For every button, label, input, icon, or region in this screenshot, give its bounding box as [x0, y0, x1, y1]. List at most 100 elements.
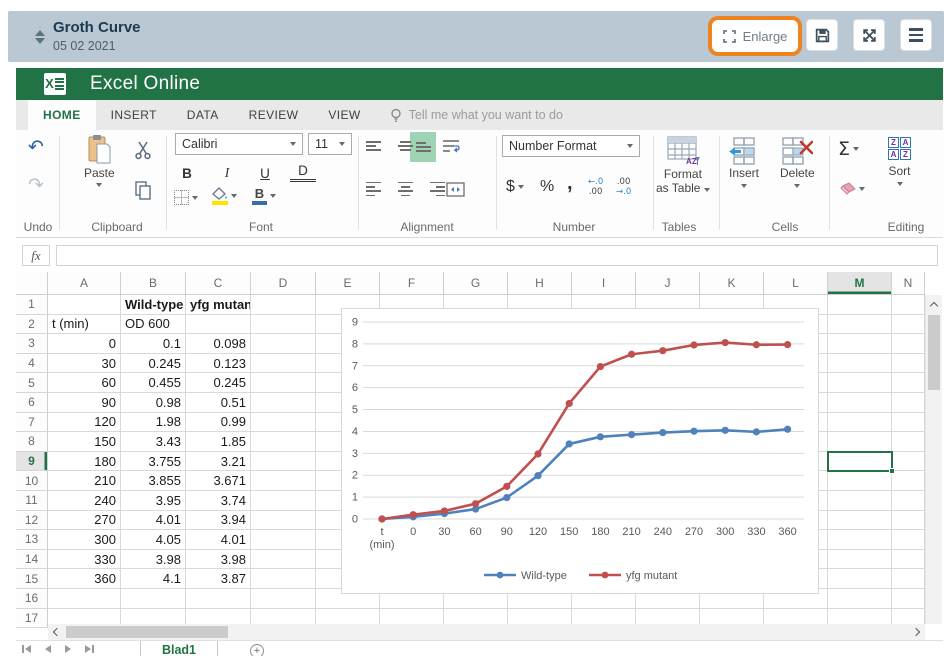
font-name-select[interactable]: Calibri: [175, 133, 303, 155]
cell-N8[interactable]: [892, 432, 925, 452]
cell-D3[interactable]: [251, 334, 316, 354]
enlarge-button[interactable]: Enlarge: [722, 28, 788, 44]
cell-B16[interactable]: [121, 588, 186, 609]
cell-B3[interactable]: 0.1: [121, 334, 186, 354]
cell-C8[interactable]: 1.85: [186, 432, 251, 452]
cell-M16[interactable]: [828, 588, 892, 609]
row-header-3[interactable]: 3: [16, 334, 48, 354]
cell-A15[interactable]: 360: [48, 569, 121, 589]
cell-N13[interactable]: [892, 530, 925, 550]
sort-button[interactable]: Z A A Z Sort: [888, 137, 911, 186]
save-button[interactable]: [806, 19, 838, 51]
cell-M10[interactable]: [828, 471, 892, 491]
cell-A4[interactable]: 30: [48, 353, 121, 374]
tab-review[interactable]: REVIEW: [234, 100, 314, 130]
cell-A5[interactable]: 60: [48, 373, 121, 393]
row-header-11[interactable]: 11: [16, 490, 48, 511]
column-header-I[interactable]: I: [572, 272, 636, 295]
horizontal-scroll-thumb[interactable]: [66, 626, 228, 638]
cell-D10[interactable]: [251, 471, 316, 491]
cell-D2[interactable]: [251, 314, 316, 335]
cell-B9[interactable]: 3.755: [121, 451, 186, 472]
cell-B13[interactable]: 4.05: [121, 530, 186, 550]
column-header-D[interactable]: D: [251, 272, 316, 295]
row-header-4[interactable]: 4: [16, 353, 48, 374]
cell-N16[interactable]: [892, 588, 925, 609]
autosum-button[interactable]: Σ: [838, 138, 860, 160]
tab-home[interactable]: HOME: [28, 100, 96, 130]
cell-A3[interactable]: 0: [48, 334, 121, 354]
cell-M6[interactable]: [828, 392, 892, 413]
row-header-16[interactable]: 16: [16, 588, 48, 609]
row-header-5[interactable]: 5: [16, 373, 48, 393]
increase-decimal-button[interactable]: ←.0 .00: [588, 177, 603, 197]
cell-C9[interactable]: 3.21: [186, 451, 251, 472]
column-header-B[interactable]: B: [121, 272, 186, 295]
cell-A14[interactable]: 330: [48, 549, 121, 570]
cell-A2[interactable]: t (min): [48, 314, 121, 335]
scroll-right-arrow[interactable]: [911, 627, 921, 637]
cell-C1[interactable]: yfg mutant: [186, 295, 251, 315]
cell-M5[interactable]: [828, 373, 892, 393]
cell-B4[interactable]: 0.245: [121, 353, 186, 374]
cell-M3[interactable]: [828, 334, 892, 354]
cell-C15[interactable]: 3.87: [186, 569, 251, 589]
fill-handle[interactable]: [889, 468, 895, 474]
cut-button[interactable]: [134, 140, 152, 165]
row-header-15[interactable]: 15: [16, 569, 48, 589]
cell-M11[interactable]: [828, 490, 892, 511]
column-header-M[interactable]: M: [828, 272, 892, 295]
cell-B15[interactable]: 4.1: [121, 569, 186, 589]
column-header-H[interactable]: H: [508, 272, 572, 295]
cell-C5[interactable]: 0.245: [186, 373, 251, 393]
align-center-button[interactable]: [394, 180, 416, 198]
undo-button[interactable]: ↶: [28, 136, 44, 158]
cell-N9[interactable]: [892, 451, 925, 472]
cell-D9[interactable]: [251, 451, 316, 472]
column-header-C[interactable]: C: [186, 272, 251, 295]
cell-C3[interactable]: 0.098: [186, 334, 251, 354]
italic-button[interactable]: I: [214, 162, 240, 184]
row-header-7[interactable]: 7: [16, 412, 48, 433]
cell-D1[interactable]: [251, 295, 316, 315]
font-size-select[interactable]: 11: [308, 133, 352, 155]
cell-N12[interactable]: [892, 510, 925, 531]
underline-button[interactable]: U: [252, 162, 278, 184]
cell-M7[interactable]: [828, 412, 892, 433]
cell-B8[interactable]: 3.43: [121, 432, 186, 452]
align-top-button[interactable]: [362, 137, 384, 155]
column-header-E[interactable]: E: [316, 272, 380, 295]
cell-D4[interactable]: [251, 353, 316, 374]
cell-A16[interactable]: [48, 588, 121, 609]
cell-C4[interactable]: 0.123: [186, 353, 251, 374]
cell-N1[interactable]: [892, 295, 925, 315]
row-header-6[interactable]: 6: [16, 392, 48, 413]
cell-N7[interactable]: [892, 412, 925, 433]
last-sheet-button[interactable]: [85, 645, 94, 653]
paste-button[interactable]: Paste: [84, 134, 115, 187]
cell-M1[interactable]: [828, 295, 892, 315]
cell-C13[interactable]: 4.01: [186, 530, 251, 550]
next-sheet-button[interactable]: [65, 645, 71, 653]
borders-button[interactable]: [174, 190, 198, 205]
format-as-table-button[interactable]: A Z Format as Table: [656, 135, 710, 195]
cell-A10[interactable]: 210: [48, 471, 121, 491]
double-underline-button[interactable]: D: [290, 162, 316, 182]
merge-center-button[interactable]: [444, 180, 466, 198]
cell-C16[interactable]: [186, 588, 251, 609]
cell-M4[interactable]: [828, 353, 892, 374]
cell-A12[interactable]: 270: [48, 510, 121, 531]
cell-B1[interactable]: Wild-type: [121, 295, 186, 315]
tab-insert[interactable]: INSERT: [96, 100, 172, 130]
cell-D8[interactable]: [251, 432, 316, 452]
align-bottom-button[interactable]: [412, 138, 434, 156]
expand-button[interactable]: [853, 19, 885, 51]
comma-style-button[interactable]: ,: [567, 172, 573, 195]
vertical-scroll-thumb[interactable]: [928, 315, 940, 390]
cell-N11[interactable]: [892, 490, 925, 511]
selected-cell-M9[interactable]: [827, 451, 895, 474]
cell-N15[interactable]: [892, 569, 925, 589]
column-header-A[interactable]: A: [48, 272, 121, 295]
delete-cells-button[interactable]: Delete: [780, 136, 815, 188]
cell-N2[interactable]: [892, 314, 925, 335]
